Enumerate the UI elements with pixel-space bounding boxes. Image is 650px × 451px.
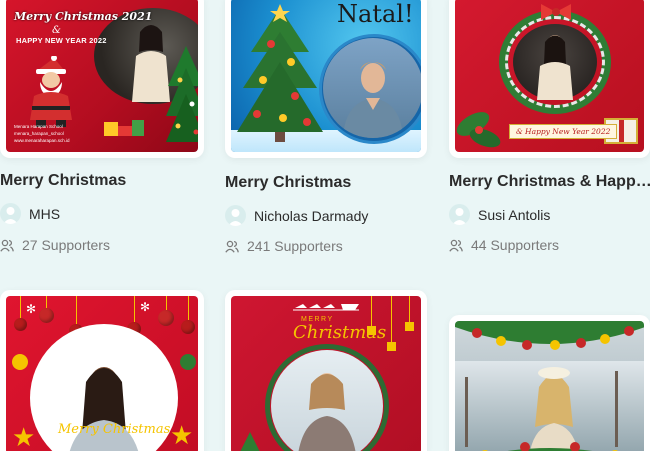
campaign-author[interactable]: Susi Antolis bbox=[449, 204, 550, 225]
campaign-card-image[interactable]: Natal! bbox=[225, 0, 427, 158]
campaign-title[interactable]: Merry Christmas & Happ… bbox=[449, 173, 650, 191]
new-year-ribbon: & Happy New Year 2022 bbox=[509, 124, 618, 139]
user-avatar-icon bbox=[225, 205, 246, 226]
greeting-line-2: & bbox=[52, 25, 61, 36]
twibbon-frame-garland bbox=[455, 321, 644, 451]
supporters-label: 27 Supporters bbox=[22, 237, 110, 253]
greeting-line-3: HAPPY NEW YEAR 2022 bbox=[16, 36, 107, 45]
supporters-count: 241 Supporters bbox=[225, 238, 343, 254]
campaign-card-image[interactable] bbox=[449, 315, 650, 451]
author-name: MHS bbox=[29, 205, 61, 222]
users-icon bbox=[225, 240, 239, 253]
greeting-line-1: Merry Christmas 2021 bbox=[14, 10, 153, 23]
users-icon bbox=[449, 239, 463, 252]
natal-heading: Natal! bbox=[337, 0, 414, 28]
school-handle: menara_harapan_school bbox=[14, 131, 64, 136]
twibbon-frame-ornaments: ✻ ✻ ★ ★ Merry Christmas bbox=[6, 296, 198, 451]
script-greeting: Merry Christmas bbox=[58, 422, 171, 437]
school-website: www.menaraharapan.sch.id bbox=[14, 138, 70, 143]
twibbon-frame-natal: Natal! bbox=[231, 0, 421, 152]
campaign-author[interactable]: Nicholas Darmady bbox=[225, 205, 368, 226]
author-name: Nicholas Darmady bbox=[254, 207, 369, 224]
supporters-label: 44 Supporters bbox=[471, 237, 559, 253]
users-icon bbox=[0, 239, 14, 252]
user-avatar-icon bbox=[0, 203, 21, 224]
twibbon-frame-wreath: & Happy New Year 2022 bbox=[455, 0, 644, 152]
campaign-title[interactable]: Merry Christmas bbox=[0, 172, 200, 190]
campaign-author[interactable]: MHS bbox=[0, 203, 60, 224]
supporters-label: 241 Supporters bbox=[247, 238, 343, 254]
author-name: Susi Antolis bbox=[478, 206, 551, 223]
twibbon-frame-mhs: Merry Christmas 2021 & HAPPY NEW YEAR 20… bbox=[6, 0, 198, 152]
campaign-title[interactable]: Merry Christmas bbox=[225, 174, 425, 192]
supporters-count: 44 Supporters bbox=[449, 237, 559, 253]
twibbon-frame-sleigh: MERRY Christmas bbox=[231, 296, 421, 451]
campaign-card-image[interactable]: & Happy New Year 2022 bbox=[449, 0, 650, 158]
campaign-card-image[interactable]: ✻ ✻ ★ ★ Merry Christmas bbox=[0, 290, 204, 451]
user-avatar-icon bbox=[449, 204, 470, 225]
campaign-card-image[interactable]: Merry Christmas 2021 & HAPPY NEW YEAR 20… bbox=[0, 0, 204, 158]
christmas-script: Christmas bbox=[293, 322, 387, 343]
school-name: Menara Harapan School bbox=[14, 124, 63, 129]
campaign-grid: Merry Christmas 2021 & HAPPY NEW YEAR 20… bbox=[0, 0, 650, 451]
supporters-count: 27 Supporters bbox=[0, 237, 110, 253]
campaign-card-image[interactable]: MERRY Christmas bbox=[225, 290, 427, 451]
